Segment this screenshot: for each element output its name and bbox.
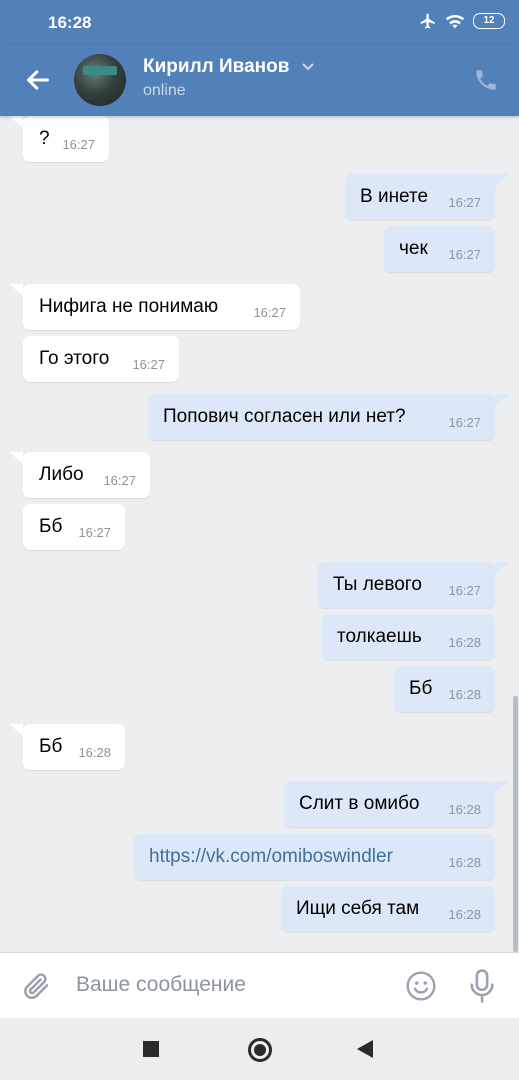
message-bubble[interactable]: Бб 16:28 bbox=[394, 666, 495, 712]
message-bubble[interactable]: Нифига не понимаю 16:27 bbox=[23, 284, 300, 330]
message-text: https://vk.com/omiboswindler bbox=[149, 846, 393, 867]
message-composer: Ваше сообщение bbox=[0, 952, 519, 1019]
status-bar: 16:28 12 bbox=[0, 0, 519, 44]
message-bubble[interactable]: Слит в омибо 16:28 bbox=[284, 781, 495, 827]
avatar[interactable] bbox=[74, 54, 126, 106]
message-time: 16:27 bbox=[253, 305, 286, 320]
message-time: 16:27 bbox=[448, 415, 481, 430]
system-back-button[interactable] bbox=[357, 1040, 373, 1058]
message-text: Ищи себя там bbox=[296, 898, 420, 919]
bubble-tail bbox=[9, 284, 23, 296]
phone-icon[interactable] bbox=[473, 67, 499, 93]
message-text: Нифига не понимаю bbox=[39, 296, 219, 317]
message-bubble[interactable]: чек 16:27 bbox=[384, 226, 495, 272]
battery-indicator: 12 bbox=[473, 13, 505, 29]
message-time: 16:27 bbox=[78, 525, 111, 540]
message-text: Бб bbox=[39, 736, 63, 757]
chevron-down-icon bbox=[301, 63, 314, 71]
message-time: 16:27 bbox=[448, 195, 481, 210]
chat-header: Кирилл Иванов online bbox=[0, 44, 519, 116]
bubble-tail bbox=[495, 781, 509, 793]
smiley-icon[interactable] bbox=[405, 970, 437, 1002]
contact-name: Кирилл Иванов bbox=[143, 56, 290, 77]
bubble-tail bbox=[9, 724, 23, 736]
status-time: 16:28 bbox=[48, 13, 92, 32]
message-bubble[interactable]: Го этого 16:27 bbox=[23, 336, 179, 382]
message-bubble[interactable]: толкаешь 16:28 bbox=[322, 614, 495, 660]
home-button[interactable] bbox=[248, 1038, 272, 1062]
message-time: 16:28 bbox=[448, 687, 481, 702]
wifi-icon bbox=[445, 14, 465, 29]
bubble-tail bbox=[9, 452, 23, 464]
back-arrow-icon[interactable] bbox=[24, 66, 52, 94]
message-text: ? bbox=[39, 128, 50, 149]
message-bubble[interactable]: Бб 16:28 bbox=[23, 724, 125, 770]
contact-name-row[interactable]: Кирилл Иванов bbox=[143, 56, 315, 78]
message-time: 16:27 bbox=[448, 583, 481, 598]
message-time: 16:27 bbox=[448, 247, 481, 262]
message-time: 16:28 bbox=[448, 907, 481, 922]
message-text: В инете bbox=[360, 186, 429, 207]
message-time: 16:27 bbox=[62, 137, 95, 152]
message-time: 16:27 bbox=[132, 357, 165, 372]
paperclip-icon[interactable] bbox=[22, 971, 52, 1001]
message-bubble[interactable]: ? 16:27 bbox=[23, 116, 109, 162]
bubble-tail bbox=[495, 562, 509, 574]
status-icons: 12 bbox=[419, 12, 505, 30]
message-text: Бб bbox=[409, 678, 433, 699]
message-bubble[interactable]: Либо 16:27 bbox=[23, 452, 150, 498]
message-time: 16:28 bbox=[448, 635, 481, 650]
message-bubble[interactable]: Бб 16:27 bbox=[23, 504, 125, 550]
message-time: 16:27 bbox=[103, 473, 136, 488]
message-list[interactable]: ? 16:27 В инете 16:27 чек 16:27 Нифига не п… bbox=[0, 116, 519, 952]
system-nav-bar bbox=[0, 1018, 519, 1080]
microphone-icon[interactable] bbox=[468, 968, 496, 1004]
message-text: чек bbox=[399, 238, 428, 259]
avatar-detail bbox=[83, 66, 117, 75]
airplane-icon bbox=[420, 13, 435, 29]
scrollbar[interactable] bbox=[513, 696, 518, 952]
contact-status: online bbox=[143, 82, 186, 99]
message-time: 16:28 bbox=[448, 802, 481, 817]
bubble-tail bbox=[495, 394, 509, 406]
message-text: Го этого bbox=[39, 348, 110, 369]
message-text: Попович согласен или нет? bbox=[163, 406, 406, 427]
recents-button[interactable] bbox=[143, 1041, 159, 1057]
message-text: Ты левого bbox=[333, 574, 422, 595]
message-bubble[interactable]: Попович согласен или нет? 16:27 bbox=[148, 394, 495, 440]
bubble-tail bbox=[495, 174, 509, 186]
message-time: 16:28 bbox=[78, 745, 111, 760]
message-time: 16:28 bbox=[448, 855, 481, 870]
message-text: Либо bbox=[39, 464, 84, 485]
message-text: Бб bbox=[39, 516, 63, 537]
bubble-tail bbox=[9, 116, 23, 128]
message-bubble[interactable]: В инете 16:27 bbox=[345, 174, 495, 220]
message-bubble[interactable]: Ты левого 16:27 bbox=[318, 562, 495, 608]
message-input[interactable]: Ваше сообщение bbox=[76, 973, 246, 997]
message-bubble[interactable]: Ищи себя там 16:28 bbox=[281, 886, 495, 932]
message-text: толкаешь bbox=[337, 626, 422, 647]
message-text: Слит в омибо bbox=[299, 793, 420, 814]
link-message-bubble[interactable]: https://vk.com/omiboswindler 16:28 bbox=[134, 834, 495, 880]
